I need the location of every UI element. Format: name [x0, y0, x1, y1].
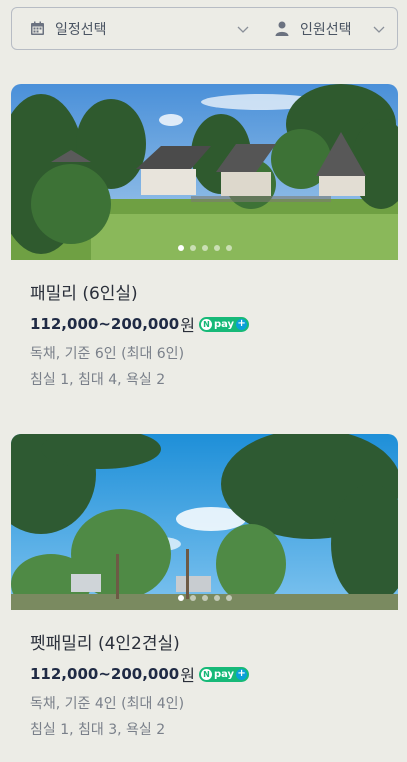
carousel-dot[interactable]	[201, 595, 208, 601]
carousel-dot[interactable]	[201, 245, 208, 251]
room-photo[interactable]	[11, 84, 398, 260]
currency-label: 원	[180, 316, 195, 335]
price-row: 112,000~200,000 원 N pay +	[30, 314, 398, 335]
chevron-down-icon	[373, 23, 385, 35]
room-card-pet-family[interactable]: 펫패밀리 (4인2견실) 112,000~200,000 원 N pay + 독…	[11, 434, 398, 743]
carousel-dot[interactable]	[177, 595, 184, 601]
person-icon	[274, 21, 290, 37]
carousel-dot[interactable]	[189, 595, 196, 601]
room-name[interactable]: 펫패밀리 (4인2견실)	[30, 633, 398, 655]
room-info: 펫패밀리 (4인2견실) 112,000~200,000 원 N pay + 독…	[11, 633, 398, 743]
room-info: 패밀리 (6인실) 112,000~200,000 원 N pay + 독채, …	[11, 283, 398, 393]
carousel-dot[interactable]	[177, 245, 184, 251]
carousel-dot[interactable]	[225, 595, 232, 601]
npay-n-icon: N	[200, 668, 212, 680]
calendar-icon	[29, 21, 45, 37]
carousel-dot[interactable]	[225, 245, 232, 251]
carousel-dots	[11, 595, 398, 601]
date-select-label: 일정선택	[55, 21, 107, 38]
people-select-button[interactable]: 인원선택	[274, 8, 399, 49]
carousel-dots	[11, 245, 398, 251]
npay-badge: N pay +	[198, 666, 250, 682]
room-detail-beds: 침실 1, 침대 4, 욕실 2	[30, 372, 166, 388]
currency-label: 원	[180, 666, 195, 685]
carousel-dot[interactable]	[213, 245, 220, 251]
room-detail-beds: 침실 1, 침대 3, 욕실 2	[30, 722, 166, 738]
room-photo[interactable]	[11, 434, 398, 610]
date-select-button[interactable]: 일정선택	[29, 8, 249, 49]
carousel-dot[interactable]	[213, 595, 220, 601]
room-photo-image	[11, 84, 398, 260]
room-price: 112,000~200,000	[30, 665, 180, 683]
npay-plus-icon: +	[236, 668, 248, 680]
npay-badge: N pay +	[198, 316, 250, 332]
room-detail-capacity: 독채, 기준 4인 (최대 4인)	[30, 696, 185, 712]
chevron-down-icon	[237, 23, 249, 35]
people-select-label: 인원선택	[300, 21, 352, 38]
price-row: 112,000~200,000 원 N pay +	[30, 664, 398, 685]
room-photo-image	[11, 434, 398, 610]
filter-bar: 일정선택 인원선택	[11, 7, 398, 50]
npay-label: pay	[213, 668, 235, 680]
npay-plus-icon: +	[236, 318, 248, 330]
room-name[interactable]: 패밀리 (6인실)	[30, 283, 398, 305]
carousel-dot[interactable]	[189, 245, 196, 251]
npay-label: pay	[213, 318, 235, 330]
room-detail-capacity: 독채, 기준 6인 (최대 6인)	[30, 346, 185, 362]
room-price: 112,000~200,000	[30, 315, 180, 333]
npay-n-icon: N	[200, 318, 212, 330]
room-card-family[interactable]: 패밀리 (6인실) 112,000~200,000 원 N pay + 독채, …	[11, 84, 398, 393]
